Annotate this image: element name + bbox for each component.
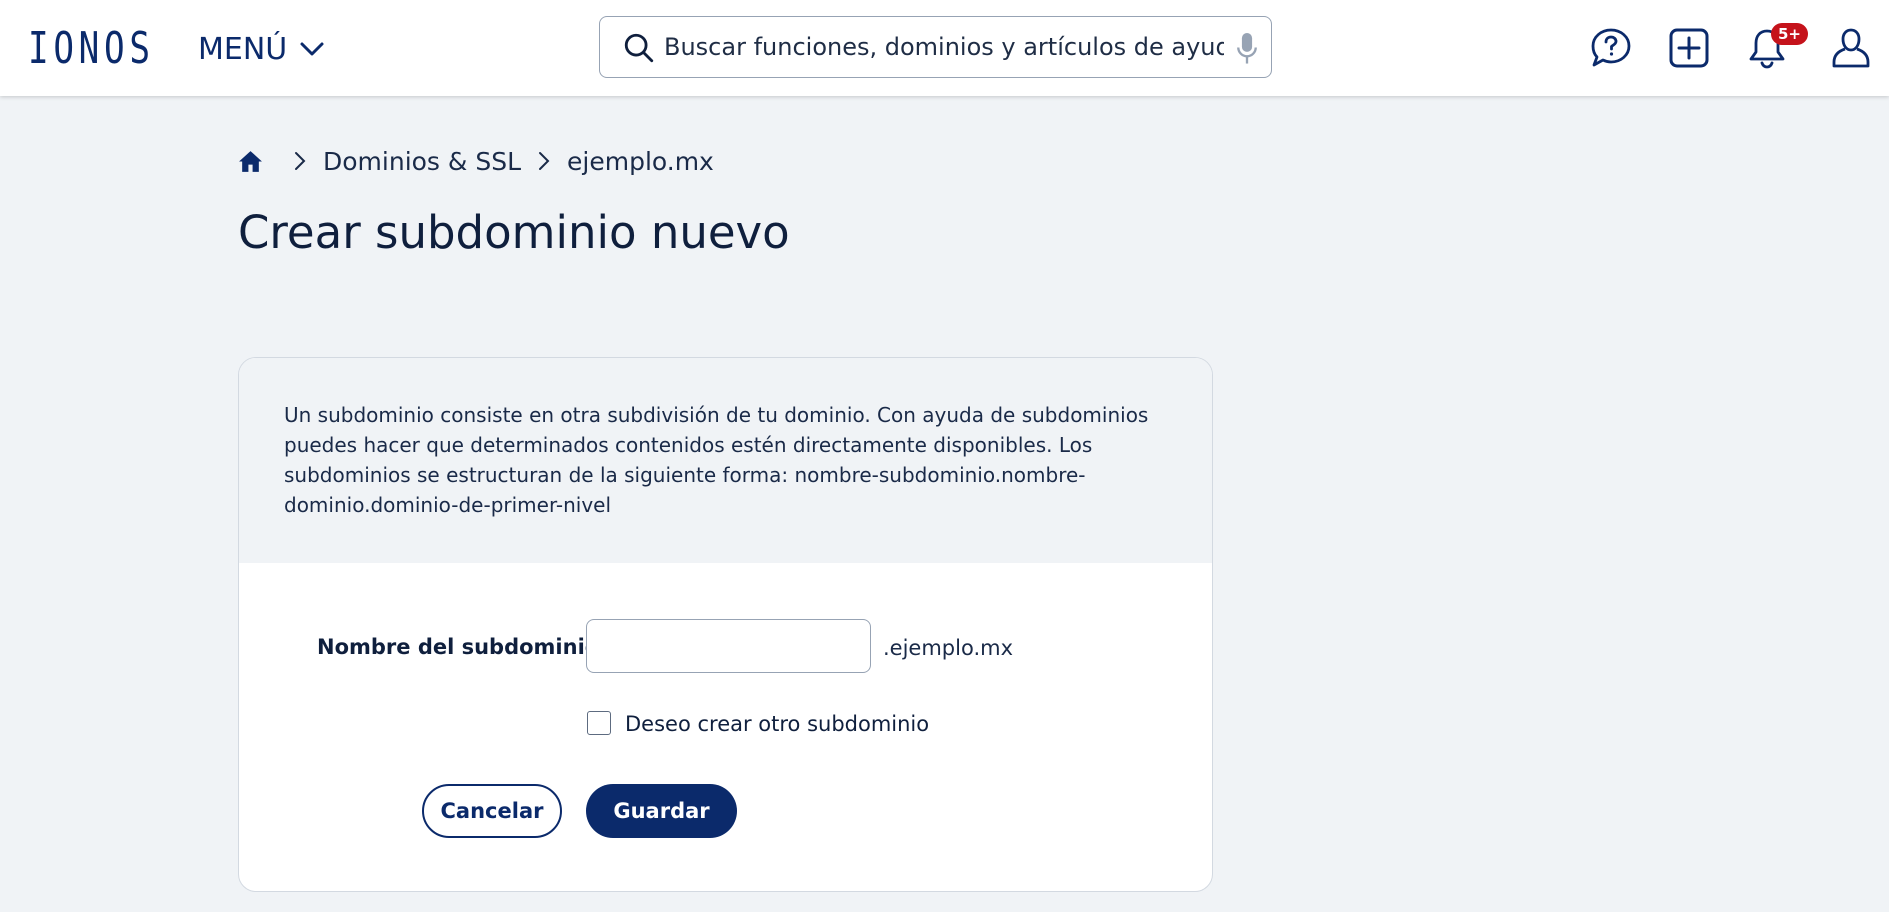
search-icon	[624, 33, 654, 63]
chevron-right-icon	[539, 152, 550, 170]
menu-label: MENÚ	[198, 31, 288, 67]
intro-panel: Un subdominio consiste en otra subdivisi…	[239, 358, 1212, 563]
save-button[interactable]: Guardar	[586, 784, 737, 838]
menu-button[interactable]: MENÚ	[198, 28, 327, 70]
subdomain-form-card: Un subdominio consiste en otra subdivisi…	[238, 357, 1213, 892]
breadcrumb: Dominios & SSL ejemplo.mx	[238, 144, 714, 178]
create-another-checkbox[interactable]	[587, 711, 611, 735]
home-icon[interactable]	[238, 149, 263, 174]
page-title: Crear subdominio nuevo	[238, 206, 790, 259]
breadcrumb-domain[interactable]: ejemplo.mx	[567, 147, 714, 176]
search-box[interactable]	[599, 16, 1272, 78]
search-input[interactable]	[664, 27, 1224, 67]
chevron-right-icon	[295, 152, 306, 170]
create-another-label[interactable]: Deseo crear otro subdominio	[625, 710, 929, 738]
add-icon[interactable]	[1667, 26, 1711, 70]
domain-suffix: .ejemplo.mx	[883, 636, 1014, 660]
subdomain-name-label: Nombre del subdominio	[317, 635, 600, 659]
subdomain-name-input[interactable]	[586, 619, 871, 673]
user-icon[interactable]	[1829, 26, 1873, 70]
intro-text: Un subdominio consiste en otra subdivisi…	[284, 403, 1149, 517]
help-chat-icon[interactable]	[1589, 26, 1633, 70]
microphone-icon[interactable]	[1236, 33, 1258, 65]
ionos-logo[interactable]: IONOS	[28, 24, 155, 74]
notification-badge: 5+	[1771, 23, 1808, 45]
top-header: IONOS MENÚ 5+	[0, 0, 1889, 96]
cancel-button[interactable]: Cancelar	[422, 784, 562, 838]
chevron-down-icon	[300, 42, 324, 56]
breadcrumb-domains-ssl[interactable]: Dominios & SSL	[323, 147, 521, 176]
